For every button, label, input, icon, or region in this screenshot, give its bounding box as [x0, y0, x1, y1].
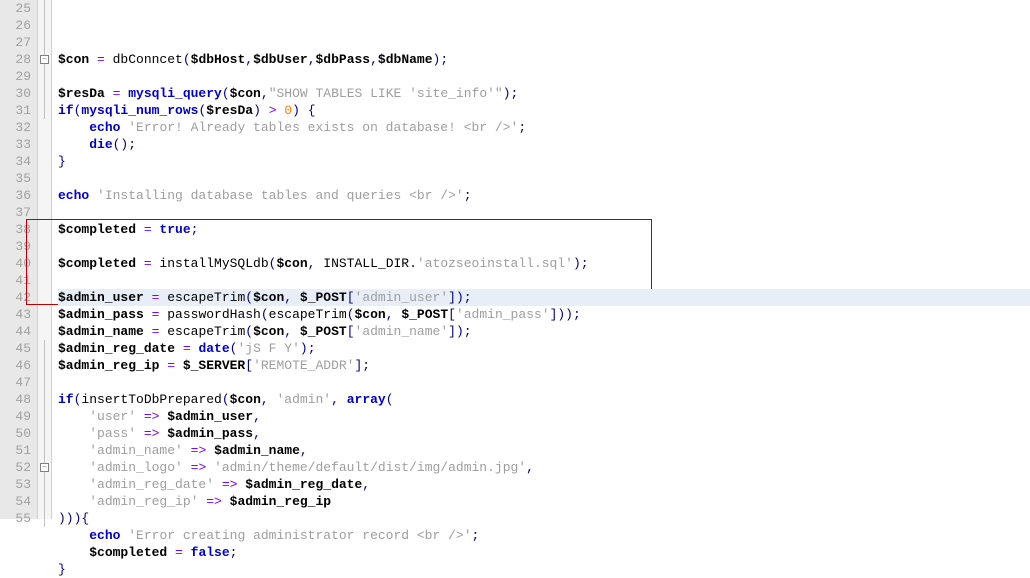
line-number: 49 — [4, 408, 31, 425]
code-line[interactable]: if(mysqli_num_rows($resDa) > 0) { — [58, 102, 1030, 119]
line-number: 53 — [4, 476, 31, 493]
line-number: 25 — [4, 0, 31, 17]
line-number: 38 — [4, 221, 31, 238]
code-editor: 2526272829303132333435363738394041424344… — [0, 0, 1030, 519]
line-number: 33 — [4, 136, 31, 153]
line-number: 40 — [4, 255, 31, 272]
code-line[interactable]: } — [58, 561, 1030, 578]
line-number: 30 — [4, 85, 31, 102]
code-line[interactable]: if(insertToDbPrepared($con, 'admin', arr… — [58, 391, 1030, 408]
code-line[interactable] — [58, 272, 1030, 289]
code-line[interactable]: $completed = false; — [58, 544, 1030, 561]
line-number: 26 — [4, 17, 31, 34]
code-line[interactable]: echo 'Installing database tables and que… — [58, 187, 1030, 204]
code-line[interactable]: $admin_reg_date = date('jS F Y'); — [58, 340, 1030, 357]
line-number: 31 — [4, 102, 31, 119]
line-number: 43 — [4, 306, 31, 323]
line-number: 44 — [4, 323, 31, 340]
line-number: 47 — [4, 374, 31, 391]
code-line[interactable] — [58, 170, 1030, 187]
fold-column[interactable]: −− — [38, 0, 52, 519]
fold-toggle-icon[interactable]: − — [40, 463, 49, 472]
code-line[interactable]: $con = dbConncet($dbHost,$dbUser,$dbPass… — [58, 51, 1030, 68]
code-line[interactable]: $completed = true; — [58, 221, 1030, 238]
code-line[interactable]: echo 'Error! Already tables exists on da… — [58, 119, 1030, 136]
line-number: 27 — [4, 34, 31, 51]
line-number: 39 — [4, 238, 31, 255]
line-number-gutter: 2526272829303132333435363738394041424344… — [0, 0, 38, 519]
code-line[interactable]: $admin_name = escapeTrim($con, $_POST['a… — [58, 323, 1030, 340]
line-number: 37 — [4, 204, 31, 221]
code-line[interactable]: 'admin_logo' => 'admin/theme/default/dis… — [58, 459, 1030, 476]
code-line[interactable]: 'user' => $admin_user, — [58, 408, 1030, 425]
line-number: 54 — [4, 493, 31, 510]
line-number: 51 — [4, 442, 31, 459]
code-line[interactable] — [58, 204, 1030, 221]
line-number: 34 — [4, 153, 31, 170]
code-line[interactable]: } — [58, 153, 1030, 170]
line-number: 46 — [4, 357, 31, 374]
code-line[interactable]: 'admin_reg_date' => $admin_reg_date, — [58, 476, 1030, 493]
code-line[interactable] — [58, 374, 1030, 391]
code-line[interactable]: die(); — [58, 136, 1030, 153]
line-number: 45 — [4, 340, 31, 357]
fold-toggle-icon[interactable]: − — [40, 55, 49, 64]
code-line[interactable]: echo 'Error creating administrator recor… — [58, 527, 1030, 544]
code-line[interactable] — [58, 68, 1030, 85]
code-line[interactable]: $completed = installMySQLdb($con, INSTAL… — [58, 255, 1030, 272]
code-line[interactable]: 'admin_reg_ip' => $admin_reg_ip — [58, 493, 1030, 510]
code-area[interactable]: $con = dbConncet($dbHost,$dbUser,$dbPass… — [52, 0, 1030, 519]
line-number: 50 — [4, 425, 31, 442]
code-line[interactable]: $admin_pass = passwordHash(escapeTrim($c… — [58, 306, 1030, 323]
code-line[interactable]: 'admin_name' => $admin_name, — [58, 442, 1030, 459]
line-number: 41 — [4, 272, 31, 289]
code-line[interactable]: $admin_user = escapeTrim($con, $_POST['a… — [58, 289, 1030, 306]
line-number: 52 — [4, 459, 31, 476]
line-number: 35 — [4, 170, 31, 187]
code-line[interactable] — [58, 238, 1030, 255]
line-number: 28 — [4, 51, 31, 68]
line-number: 42 — [4, 289, 31, 306]
line-number: 36 — [4, 187, 31, 204]
line-number: 48 — [4, 391, 31, 408]
line-number: 32 — [4, 119, 31, 136]
code-line[interactable]: $resDa = mysqli_query($con,"SHOW TABLES … — [58, 85, 1030, 102]
line-number: 29 — [4, 68, 31, 85]
code-line[interactable]: $admin_reg_ip = $_SERVER['REMOTE_ADDR']; — [58, 357, 1030, 374]
code-line[interactable]: 'pass' => $admin_pass, — [58, 425, 1030, 442]
